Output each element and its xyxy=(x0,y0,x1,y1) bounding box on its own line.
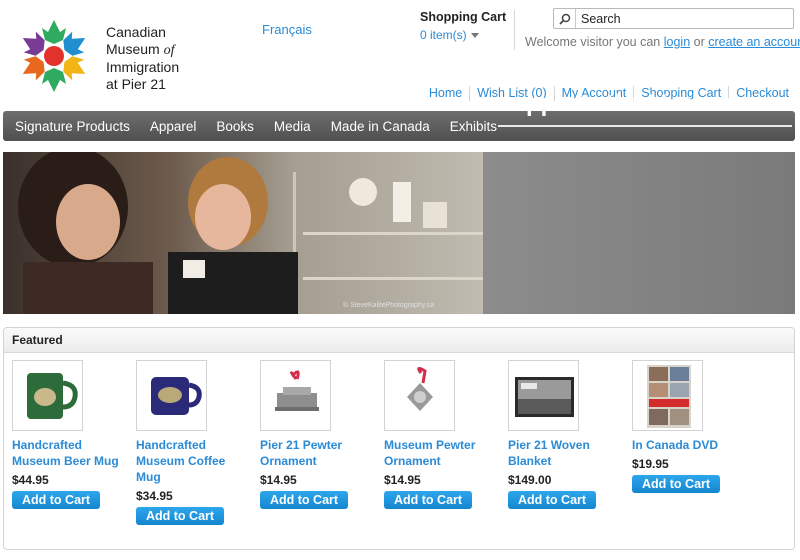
create-account-link[interactable]: create an account xyxy=(708,35,800,49)
product-card: Pier 21 Woven Blanket $149.00 Add to Car… xyxy=(508,360,632,525)
featured-title: Featured xyxy=(4,328,794,353)
banner-line-2: the Museum xyxy=(607,90,740,117)
photo-credit: © SteveKalitePhotography.ca xyxy=(343,302,435,309)
product-card: In Canada DVD $19.95 Add to Cart xyxy=(632,360,756,525)
product-price: $14.95 xyxy=(260,473,297,487)
add-to-cart-button[interactable]: Add to Cart xyxy=(508,491,597,509)
login-link[interactable]: login xyxy=(664,35,690,49)
nav-exhibits[interactable]: Exhibits xyxy=(450,119,497,134)
product-name-link[interactable]: Handcrafted Museum Beer Mug xyxy=(12,437,122,469)
product-price: $149.00 xyxy=(508,473,552,487)
banner-line-1: Every purchase xyxy=(498,62,665,89)
product-price: $14.95 xyxy=(384,473,421,487)
search-box xyxy=(553,8,794,29)
banner-line-2-bold: supports xyxy=(498,90,601,117)
search-icon[interactable] xyxy=(554,9,576,28)
product-name-link[interactable]: In Canada DVD xyxy=(632,437,742,453)
search-input[interactable] xyxy=(576,11,776,26)
add-to-cart-button[interactable]: Add to Cart xyxy=(260,491,349,509)
nav-apparel[interactable]: Apparel xyxy=(150,119,197,134)
welcome-message: Welcome visitor you can login or create … xyxy=(525,35,800,49)
home-link[interactable]: Home xyxy=(422,86,469,101)
product-image-museum-ornament[interactable] xyxy=(384,360,455,431)
nav-media[interactable]: Media xyxy=(274,119,311,134)
logo-line: Immigration xyxy=(106,59,180,75)
welcome-text: Welcome visitor you can xyxy=(525,35,661,49)
product-image-beer-mug[interactable] xyxy=(12,360,83,431)
product-name-link[interactable]: Museum Pewter Ornament xyxy=(384,437,494,469)
cart-items-count: 0 item(s) xyxy=(420,28,467,42)
product-image-dvd[interactable] xyxy=(632,360,703,431)
nav-signature-products[interactable]: Signature Products xyxy=(15,119,130,134)
mini-cart[interactable]: Shopping Cart 0 item(s) xyxy=(420,10,515,50)
product-image-coffee-mug[interactable] xyxy=(136,360,207,431)
cart-items-dropdown[interactable]: 0 item(s) xyxy=(420,28,514,42)
add-to-cart-button[interactable]: Add to Cart xyxy=(632,475,721,493)
product-card: Handcrafted Museum Coffee Mug $34.95 Add… xyxy=(136,360,260,525)
product-price: $34.95 xyxy=(136,489,173,503)
banner-divider xyxy=(498,125,792,127)
add-to-cart-button[interactable]: Add to Cart xyxy=(12,491,101,509)
logo-line: Canadian xyxy=(106,24,166,40)
logo-line: at Pier 21 xyxy=(106,75,166,92)
product-card: Pier 21 Pewter Ornament $14.95 Add to Ca… xyxy=(260,360,384,525)
add-to-cart-button[interactable]: Add to Cart xyxy=(136,507,225,525)
banner-photo xyxy=(3,152,483,314)
product-name-link[interactable]: Handcrafted Museum Coffee Mug xyxy=(136,437,246,485)
logo-line: of xyxy=(163,42,175,58)
product-name-link[interactable]: Pier 21 Woven Blanket xyxy=(508,437,618,469)
nav-books[interactable]: Books xyxy=(216,119,254,134)
museum-name: Canadian Museum of Immigration at Pier 2… xyxy=(106,24,179,92)
cart-title: Shopping Cart xyxy=(420,10,507,24)
nav-made-in-canada[interactable]: Made in Canada xyxy=(331,119,430,134)
add-to-cart-button[interactable]: Add to Cart xyxy=(384,491,473,509)
promo-banner[interactable]: © SteveKalitePhotography.ca xyxy=(3,152,795,314)
product-name-link[interactable]: Pier 21 Pewter Ornament xyxy=(260,437,370,469)
caret-down-icon xyxy=(470,32,479,38)
logo-line: Museum xyxy=(106,40,160,57)
banner-headline: Every purchase supports the Museum xyxy=(498,62,739,118)
product-image-woven-blanket[interactable] xyxy=(508,360,579,431)
product-list: Handcrafted Museum Beer Mug $44.95 Add t… xyxy=(12,360,756,525)
museum-logo[interactable] xyxy=(14,16,94,96)
featured-section: Featured Handcrafted Museum Beer Mug $44… xyxy=(3,327,795,550)
welcome-or-text: or xyxy=(693,35,705,49)
product-card: Museum Pewter Ornament $14.95 Add to Car… xyxy=(384,360,508,525)
product-price: $19.95 xyxy=(632,457,669,471)
product-card: Handcrafted Museum Beer Mug $44.95 Add t… xyxy=(12,360,136,525)
product-image-pier21-ornament[interactable] xyxy=(260,360,331,431)
language-link[interactable]: Français xyxy=(262,22,312,37)
product-price: $44.95 xyxy=(12,473,49,487)
banner-text-panel xyxy=(483,152,795,314)
